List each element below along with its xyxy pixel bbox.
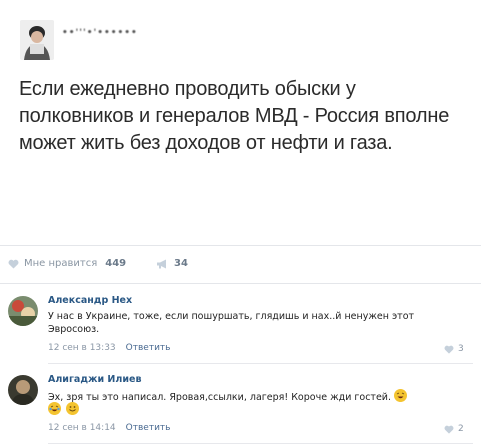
like-label: Мне нравится bbox=[24, 258, 98, 269]
comment-author[interactable]: Александр Нех bbox=[48, 295, 132, 306]
author-name[interactable]: ••'''•'•••••• bbox=[62, 28, 138, 38]
repost-count: 34 bbox=[174, 258, 188, 269]
megaphone-icon bbox=[157, 259, 166, 268]
comment-divider bbox=[48, 443, 473, 444]
like-button[interactable]: Мне нравится 449 bbox=[8, 258, 126, 269]
comment-date[interactable]: 12 сен в 13:33 bbox=[48, 343, 116, 353]
post-text: Если ежедневно проводить обыски у полков… bbox=[19, 78, 450, 154]
comment-like-button[interactable]: 3 bbox=[444, 344, 464, 354]
comment-like-button[interactable]: 2 bbox=[444, 424, 464, 434]
like-count: 449 bbox=[105, 258, 127, 269]
reply-button[interactable]: Ответить bbox=[126, 343, 171, 353]
comment-like-count: 3 bbox=[458, 344, 464, 354]
comment-meta: 12 сен в 13:33 Ответить bbox=[48, 343, 170, 353]
divider bbox=[0, 245, 481, 246]
laughing-emoji bbox=[48, 402, 61, 415]
comment-text: Эх, зря ты это написал. Яровая,ссылки, л… bbox=[48, 389, 463, 404]
heart-icon bbox=[8, 259, 19, 269]
heart-icon bbox=[444, 345, 454, 354]
comment-text: У нас в Украине, тоже, если пошуршать, г… bbox=[48, 311, 415, 335]
comment-meta: 12 сен в 14:14 Ответить bbox=[48, 423, 170, 433]
divider bbox=[0, 283, 481, 284]
author-avatar[interactable] bbox=[20, 20, 54, 60]
comment-date[interactable]: 12 сен в 14:14 bbox=[48, 423, 116, 433]
reply-button[interactable]: Ответить bbox=[126, 423, 171, 433]
grinning-emoji bbox=[66, 402, 80, 415]
repost-button[interactable]: 34 bbox=[156, 258, 188, 269]
heart-icon bbox=[444, 425, 454, 434]
emoji-row bbox=[48, 402, 81, 417]
comment-author[interactable]: Алигаджи Илиев bbox=[48, 374, 141, 385]
comment-divider bbox=[48, 363, 473, 364]
comment-text-body: Эх, зря ты это написал. Яровая,ссылки, л… bbox=[48, 392, 391, 403]
commenter-avatar[interactable] bbox=[8, 296, 38, 326]
laughing-emoji bbox=[394, 389, 408, 402]
comment-like-count: 2 bbox=[458, 424, 464, 434]
commenter-avatar[interactable] bbox=[8, 375, 38, 405]
